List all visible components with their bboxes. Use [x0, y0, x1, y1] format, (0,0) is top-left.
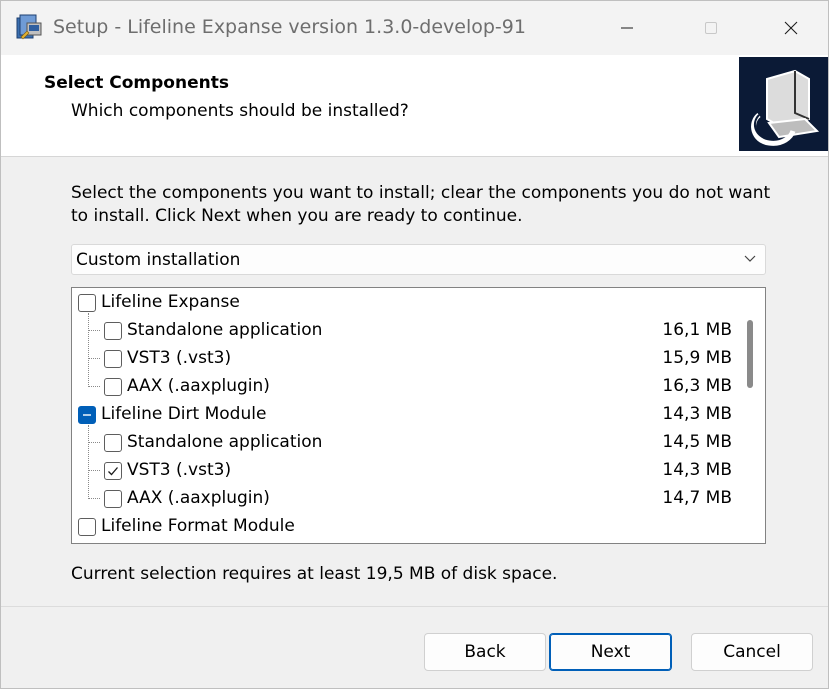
maximize-icon	[705, 22, 717, 34]
component-checkbox[interactable]	[78, 294, 96, 312]
maximize-button	[681, 1, 741, 55]
component-row-standalone[interactable]: Standalone application 16,1 MB	[72, 317, 732, 345]
list-scrollbar[interactable]	[738, 288, 764, 543]
component-size: 14,3 MB	[662, 404, 732, 424]
component-row-lifeline-format-module[interactable]: Lifeline Format Module	[72, 513, 732, 541]
page-subtitle: Which components should be installed?	[71, 101, 409, 121]
component-size: 14,7 MB	[662, 488, 732, 508]
component-size: 14,3 MB	[662, 460, 732, 480]
footer-divider	[1, 606, 828, 607]
close-button[interactable]	[761, 1, 821, 55]
component-checkbox[interactable]	[104, 378, 122, 396]
component-row-aax[interactable]: AAX (.aaxplugin) 14,7 MB	[72, 485, 732, 513]
component-checkbox[interactable]	[104, 350, 122, 368]
component-label: VST3 (.vst3)	[127, 460, 232, 480]
component-row-aax[interactable]: AAX (.aaxplugin) 16,3 MB	[72, 373, 732, 401]
install-type-value: Custom installation	[76, 250, 241, 270]
component-label: Standalone application	[127, 432, 323, 452]
setup-window: Setup - Lifeline Expanse version 1.3.0-d…	[0, 0, 829, 689]
component-checkbox[interactable]	[104, 490, 122, 508]
window-title: Setup - Lifeline Expanse version 1.3.0-d…	[53, 16, 526, 38]
component-label: Lifeline Dirt Module	[101, 404, 267, 424]
install-type-dropdown[interactable]: Custom installation	[71, 244, 766, 275]
title-bar[interactable]: Setup - Lifeline Expanse version 1.3.0-d…	[1, 1, 828, 55]
component-checkbox[interactable]	[78, 518, 96, 536]
components-list[interactable]: Lifeline Expanse Standalone application …	[71, 287, 766, 544]
wizard-computer-icon	[739, 57, 828, 151]
minimize-icon	[621, 27, 633, 29]
component-label: Lifeline Expanse	[101, 292, 240, 312]
checkmark-icon	[108, 467, 118, 476]
wizard-header: Select Components Which components shoul…	[1, 55, 828, 157]
component-size: 14,5 MB	[662, 432, 732, 452]
partial-check-icon	[83, 414, 91, 416]
component-checkbox[interactable]	[104, 434, 122, 452]
component-checkbox-checked[interactable]	[104, 462, 122, 480]
component-size: 15,9 MB	[662, 348, 732, 368]
component-label: AAX (.aaxplugin)	[127, 488, 270, 508]
component-label: AAX (.aaxplugin)	[127, 376, 270, 396]
component-label: Standalone application	[127, 320, 323, 340]
component-row-lifeline-dirt-module[interactable]: Lifeline Dirt Module 14,3 MB	[72, 401, 732, 429]
component-row-vst3[interactable]: VST3 (.vst3) 15,9 MB	[72, 345, 732, 373]
next-button[interactable]: Next	[549, 633, 672, 671]
scrollbar-thumb[interactable]	[747, 320, 753, 388]
component-checkbox-partial[interactable]	[78, 406, 96, 424]
component-size: 16,1 MB	[662, 320, 732, 340]
setup-app-icon	[16, 14, 42, 40]
disk-space-text: Current selection requires at least 19,5…	[71, 564, 558, 584]
component-label: Lifeline Format Module	[101, 516, 295, 536]
close-icon	[784, 21, 798, 35]
page-title: Select Components	[44, 73, 229, 93]
component-row-lifeline-expanse[interactable]: Lifeline Expanse	[72, 289, 732, 317]
component-size: 16,3 MB	[662, 376, 732, 396]
component-row-vst3[interactable]: VST3 (.vst3) 14,3 MB	[72, 457, 732, 485]
instructions-text: Select the components you want to instal…	[71, 183, 771, 226]
component-row-standalone[interactable]: Standalone application 14,5 MB	[72, 429, 732, 457]
component-label: VST3 (.vst3)	[127, 348, 232, 368]
chevron-down-icon	[744, 255, 756, 262]
back-button[interactable]: Back	[424, 633, 546, 671]
component-checkbox[interactable]	[104, 322, 122, 340]
minimize-button[interactable]	[597, 1, 657, 55]
cancel-button[interactable]: Cancel	[691, 633, 813, 671]
